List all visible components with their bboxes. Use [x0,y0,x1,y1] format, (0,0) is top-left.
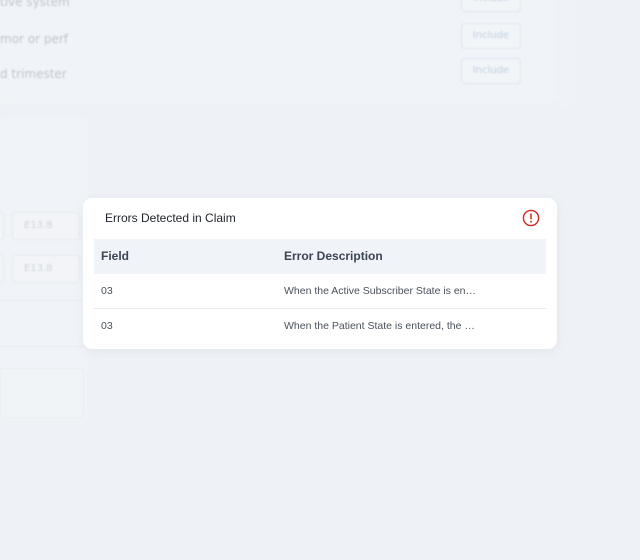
table-row[interactable]: 03 When the Patient State is entered, th… [94,309,546,344]
background-row-text: mor or perf [0,32,69,46]
errors-table: Field Error Description 03 When the Acti… [94,239,546,344]
modal-title: Errors Detected in Claim [105,211,236,225]
background-strip [556,0,576,110]
background-row-text: d trimester [0,67,67,81]
include-button[interactable]: Include [461,0,521,12]
error-description-cell: When the Active Subscriber State is ente… [284,285,478,297]
background-box [0,368,84,418]
include-button[interactable]: Include [461,58,521,84]
field-cell: 03 [101,320,113,332]
code-cell[interactable] [0,255,4,283]
divider [0,300,88,301]
background-row-text: tive system [0,0,70,9]
background-panel-top: tive system Include mor or perf Include … [0,0,556,104]
table-row[interactable]: 03 When the Active Subscriber State is e… [94,274,546,309]
alert-circle-icon [522,209,540,227]
table-header: Field Error Description [94,239,546,274]
background-row: d trimester Include [0,58,556,92]
column-header-field[interactable]: Field [101,249,261,263]
code-cell[interactable]: E13.8 [12,255,80,283]
include-button[interactable]: Include [461,23,521,49]
divider [0,346,88,347]
background-row: mor or perf Include [0,23,556,57]
field-cell: 03 [101,285,113,297]
errors-modal: Errors Detected in Claim Field Error Des… [83,198,557,349]
error-description-cell: When the Patient State is entered, the P… [284,320,478,332]
background-row: tive system Include [0,0,556,20]
code-cell[interactable]: E13.8 [12,212,80,240]
column-header-description[interactable]: Error Description [284,249,478,263]
code-cell[interactable] [0,212,4,240]
